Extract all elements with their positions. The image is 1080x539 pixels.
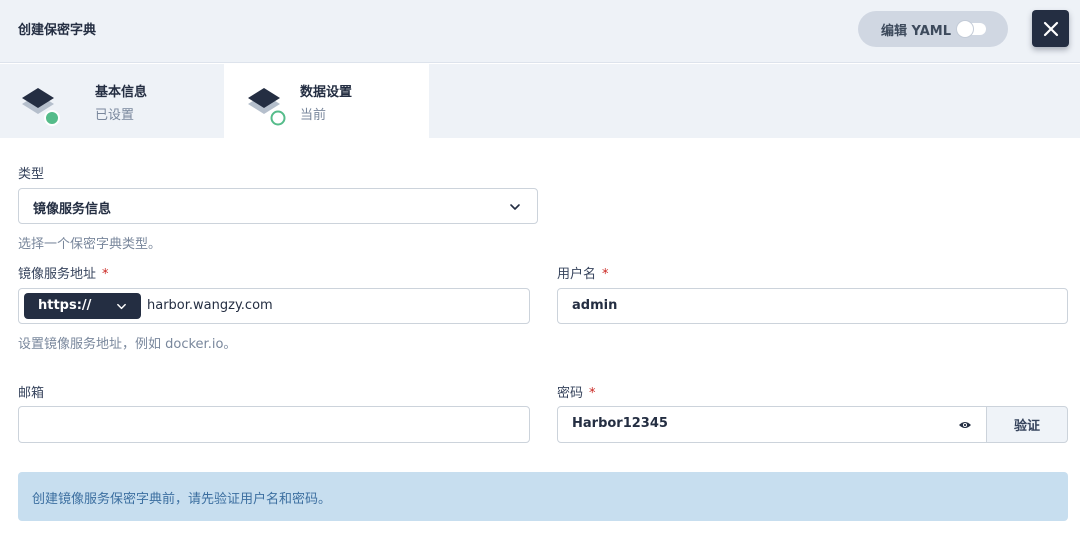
yaml-switch-knob	[957, 21, 973, 37]
registry-address-field[interactable]: https:// harbor.wangzy.com	[18, 288, 530, 324]
type-select[interactable]: 镜像服务信息	[18, 188, 538, 224]
registry-label-text: 镜像服务地址	[18, 267, 97, 282]
layers-icon	[22, 88, 60, 126]
chevron-down-icon	[510, 204, 520, 210]
wizard-steps: 基本信息 已设置 数据设置 当前	[0, 64, 1080, 138]
step-title: 数据设置	[300, 85, 353, 100]
eye-icon[interactable]	[958, 420, 972, 430]
close-button[interactable]	[1032, 10, 1069, 47]
type-select-value: 镜像服务信息	[33, 202, 112, 217]
step-status: 已设置	[95, 108, 135, 123]
edit-yaml-toggle[interactable]: 编辑 YAML	[858, 11, 1008, 47]
step-basic-info[interactable]: 基本信息 已设置	[0, 64, 223, 138]
username-label: 用户名 *	[557, 263, 609, 282]
step-current-icon	[270, 110, 286, 126]
username-label-text: 用户名	[557, 267, 597, 282]
page-title: 创建保密字典	[18, 23, 97, 38]
step-title: 基本信息	[95, 85, 148, 100]
verify-button[interactable]: 验证	[986, 406, 1068, 443]
required-mark: *	[102, 267, 109, 282]
step-status: 当前	[300, 108, 327, 123]
layers-icon	[248, 88, 286, 126]
notice-text: 创建镜像服务保密字典前，请先验证用户名和密码。	[32, 492, 332, 507]
email-label: 邮箱	[18, 386, 45, 401]
step-data-settings[interactable]: 数据设置 当前	[224, 64, 429, 138]
registry-address-value: harbor.wangzy.com	[147, 298, 273, 313]
info-notice: 创建镜像服务保密字典前，请先验证用户名和密码。	[18, 472, 1068, 521]
registry-label: 镜像服务地址 *	[18, 263, 109, 282]
username-value: admin	[572, 298, 618, 313]
required-mark: *	[602, 267, 609, 282]
edit-yaml-label: 编辑 YAML	[881, 23, 951, 39]
password-input[interactable]: Harbor12345	[557, 406, 987, 443]
email-input[interactable]	[18, 406, 530, 443]
type-help: 选择一个保密字典类型。	[18, 237, 162, 252]
password-label-text: 密码	[557, 386, 584, 401]
password-label: 密码 *	[557, 382, 596, 401]
required-mark: *	[589, 386, 596, 401]
username-input[interactable]: admin	[557, 288, 1068, 324]
modal-header: 创建保密字典 编辑 YAML	[0, 0, 1080, 63]
close-icon	[1043, 21, 1058, 36]
yaml-switch[interactable]	[957, 21, 986, 37]
step-done-icon	[44, 110, 60, 126]
chevron-down-icon	[117, 303, 126, 310]
protocol-value: https://	[38, 298, 92, 313]
type-label: 类型	[18, 167, 45, 182]
registry-help: 设置镜像服务地址，例如 docker.io。	[18, 337, 237, 352]
password-value: Harbor12345	[572, 416, 668, 431]
protocol-select[interactable]: https://	[24, 293, 141, 319]
